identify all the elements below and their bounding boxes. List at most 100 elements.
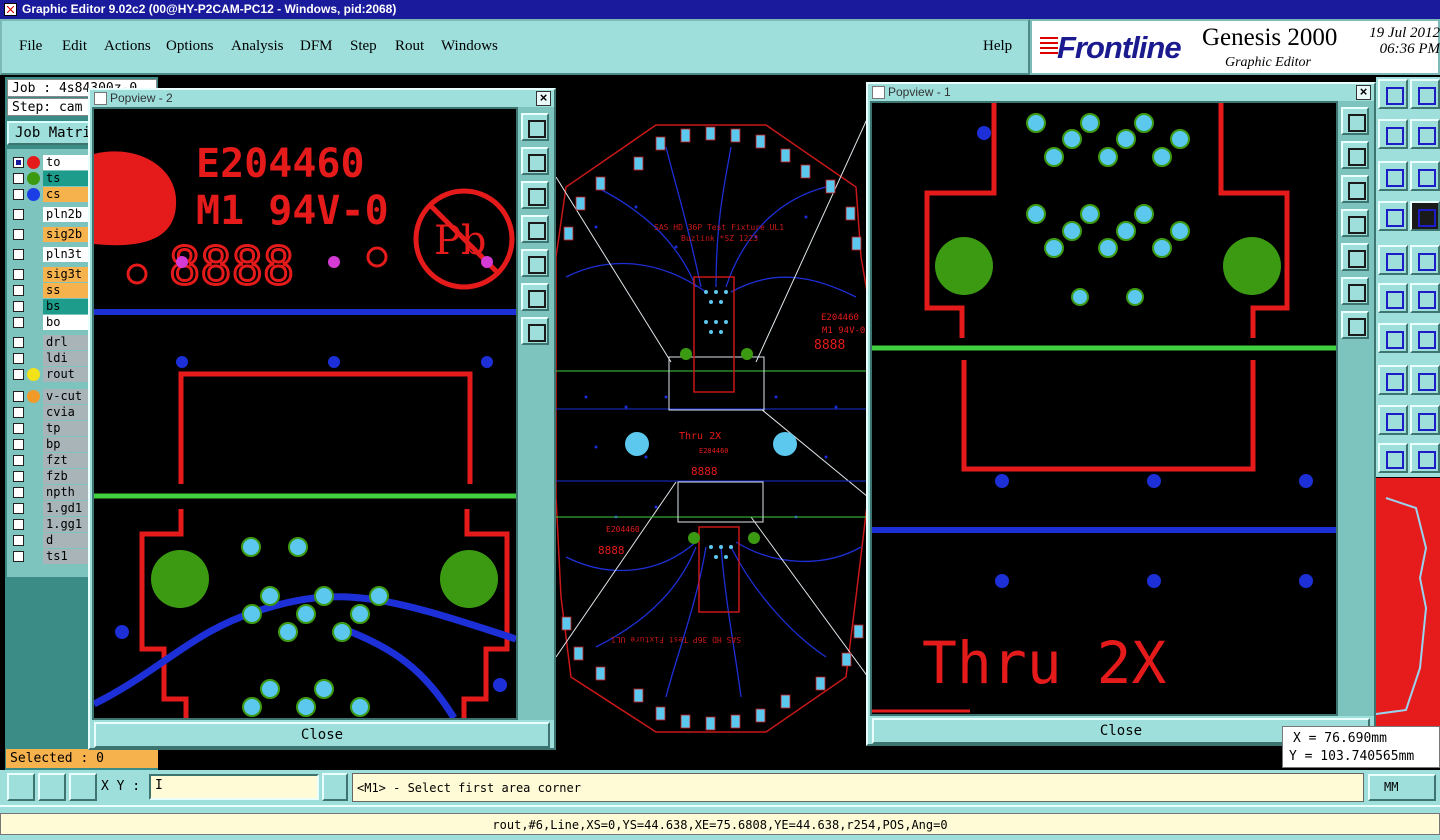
layer-row[interactable]: drl <box>7 335 91 350</box>
tool-button-18[interactable] <box>1410 405 1440 435</box>
tool-button-14[interactable] <box>1410 323 1440 353</box>
pan-right-button[interactable] <box>1341 243 1369 271</box>
layer-row[interactable]: cs <box>7 187 91 202</box>
layer-checkbox[interactable] <box>13 391 24 402</box>
layer-name[interactable]: ts1 <box>43 549 91 564</box>
layer-row[interactable]: d <box>7 533 91 548</box>
overview-thumbnail[interactable] <box>1375 478 1440 726</box>
layer-row[interactable]: sig3t <box>7 267 91 282</box>
layer-checkbox[interactable] <box>13 487 24 498</box>
pan-left-button[interactable] <box>1341 209 1369 237</box>
zoom-fit-button[interactable] <box>521 113 549 141</box>
menu-step[interactable]: Step <box>350 38 377 55</box>
menu-help[interactable]: Help <box>983 38 1012 55</box>
layer-name[interactable]: ss <box>43 283 91 298</box>
tool-button-1[interactable] <box>1378 79 1408 109</box>
tool-button-20[interactable] <box>1410 443 1440 473</box>
popview-2-canvas[interactable]: E204460 M1 94V-0 8888 Pb <box>92 107 518 720</box>
menu-analysis[interactable]: Analysis <box>231 38 284 55</box>
tool-button-9[interactable] <box>1378 245 1408 275</box>
tool-button-17[interactable] <box>1378 405 1408 435</box>
menu-edit[interactable]: Edit <box>62 38 87 55</box>
layer-name[interactable]: fzt <box>43 453 91 468</box>
layer-name[interactable]: ldi <box>43 351 91 366</box>
layer-row[interactable]: ts1 <box>7 549 91 564</box>
layer-name[interactable]: rout <box>43 367 91 382</box>
layer-row[interactable]: fzt <box>7 453 91 468</box>
layer-checkbox[interactable] <box>13 503 24 514</box>
layer-checkbox[interactable] <box>13 551 24 562</box>
layer-name[interactable]: bs <box>43 299 91 314</box>
layer-name[interactable]: d <box>43 533 91 548</box>
pan-down-button[interactable] <box>1341 175 1369 203</box>
layer-checkbox[interactable] <box>13 353 24 364</box>
tool-button-5[interactable] <box>1378 161 1408 191</box>
popview-2-close-x[interactable]: × <box>536 91 551 106</box>
pan-right-button[interactable] <box>521 249 549 277</box>
layer-name[interactable]: bp <box>43 437 91 452</box>
layer-name[interactable]: sig3t <box>43 267 91 282</box>
info-button[interactable] <box>322 773 348 801</box>
layer-row[interactable]: ldi <box>7 351 91 366</box>
layer-name[interactable]: to <box>43 155 91 170</box>
menu-dfm[interactable]: DFM <box>300 38 333 55</box>
zoom-out-button[interactable] <box>521 317 549 345</box>
zoom-out-button[interactable] <box>1341 311 1369 339</box>
zoom-fit-button[interactable] <box>1341 107 1369 135</box>
layer-checkbox[interactable] <box>13 209 24 220</box>
layer-checkbox[interactable] <box>13 455 24 466</box>
layer-checkbox[interactable] <box>13 369 24 380</box>
popview-2-close-button[interactable]: Close <box>94 722 550 748</box>
layer-row[interactable]: bs <box>7 299 91 314</box>
layer-name[interactable]: tp <box>43 421 91 436</box>
layer-checkbox[interactable] <box>13 249 24 260</box>
grid-button[interactable] <box>69 773 97 801</box>
pan-up-button[interactable] <box>521 147 549 175</box>
popview-1-close-x[interactable]: × <box>1356 85 1371 100</box>
layer-row[interactable]: 1.gd1 <box>7 501 91 516</box>
tool-button-8[interactable] <box>1410 201 1440 231</box>
layer-name[interactable]: cvia <box>43 405 91 420</box>
layer-name[interactable]: sig2b <box>43 227 91 242</box>
layer-row[interactable]: bp <box>7 437 91 452</box>
tool-button-2[interactable] <box>1410 79 1440 109</box>
pan-left-button[interactable] <box>521 215 549 243</box>
layer-checkbox[interactable] <box>13 407 24 418</box>
layer-checkbox[interactable] <box>13 535 24 546</box>
layer-row[interactable]: pln2b <box>7 207 91 222</box>
snap-mode-button[interactable] <box>7 773 35 801</box>
popview-1-canvas[interactable]: Thru 2X <box>870 101 1338 716</box>
units-selector[interactable]: MM <box>1368 774 1436 801</box>
pan-up-button[interactable] <box>1341 141 1369 169</box>
layer-checkbox[interactable] <box>13 519 24 530</box>
layer-name[interactable]: cs <box>43 187 91 202</box>
tool-button-12[interactable] <box>1410 283 1440 313</box>
layer-name[interactable]: 1.gg1 <box>43 517 91 532</box>
menu-actions[interactable]: Actions <box>104 38 151 55</box>
layer-checkbox[interactable] <box>13 189 24 200</box>
layer-checkbox[interactable] <box>13 229 24 240</box>
layer-row[interactable]: cvia <box>7 405 91 420</box>
tool-button-16[interactable] <box>1410 365 1440 395</box>
layer-row[interactable]: sig2b <box>7 227 91 242</box>
layer-row[interactable]: fzb <box>7 469 91 484</box>
layer-name[interactable]: ts <box>43 171 91 186</box>
layer-name[interactable]: pln3t <box>43 247 91 262</box>
layer-row[interactable]: ts <box>7 171 91 186</box>
xy-input[interactable]: I <box>149 774 319 800</box>
layer-checkbox[interactable] <box>13 301 24 312</box>
layer-checkbox[interactable] <box>13 173 24 184</box>
layer-row[interactable]: ss <box>7 283 91 298</box>
layer-row[interactable]: npth <box>7 485 91 500</box>
zoom-in-button[interactable] <box>521 283 549 311</box>
layer-checkbox[interactable] <box>13 471 24 482</box>
zoom-in-button[interactable] <box>1341 277 1369 305</box>
tool-button-7[interactable] <box>1378 201 1408 231</box>
menu-windows[interactable]: Windows <box>441 38 498 55</box>
tool-button-6[interactable] <box>1410 161 1440 191</box>
menu-rout[interactable]: Rout <box>395 38 424 55</box>
menu-options[interactable]: Options <box>166 38 214 55</box>
layer-row[interactable]: pln3t <box>7 247 91 262</box>
menu-file[interactable]: File <box>19 38 42 55</box>
main-canvas[interactable]: SAS HD 36P Test Fixture UL1 Buzlink *SZ … <box>556 77 868 767</box>
